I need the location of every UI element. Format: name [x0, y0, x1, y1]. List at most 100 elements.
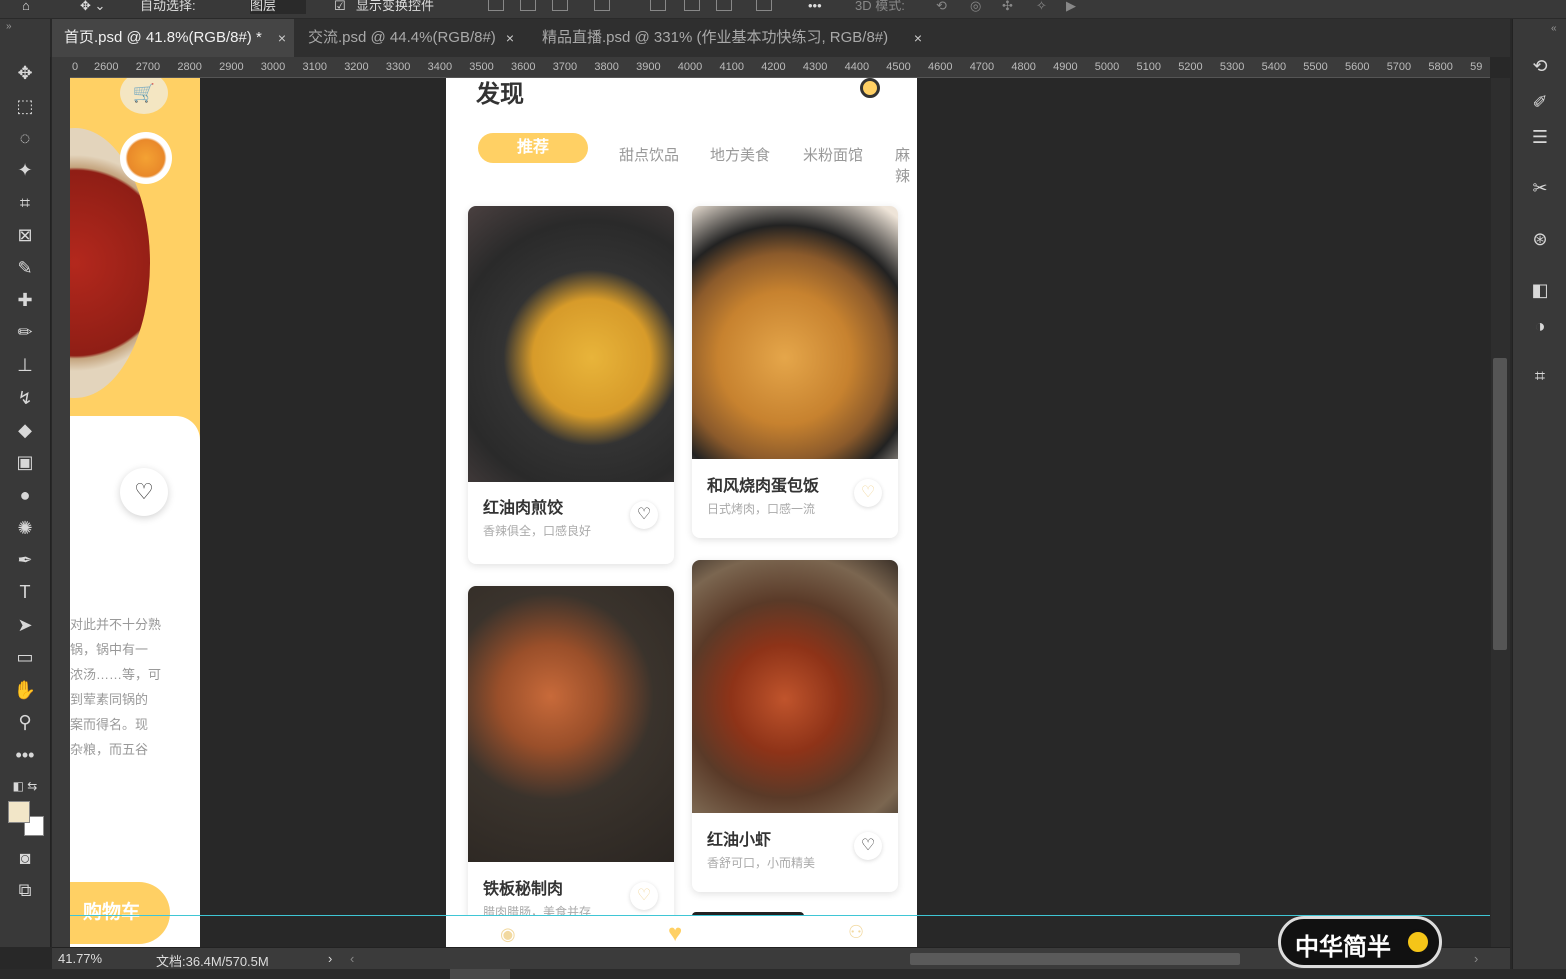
3d-drag-icon[interactable]: ✣	[1002, 0, 1013, 14]
distribute-icon[interactable]	[650, 0, 666, 11]
brush-tool-icon[interactable]: ✏	[12, 319, 38, 345]
distribute-horizontal-icon[interactable]	[756, 0, 772, 11]
type-tool-icon[interactable]: T	[12, 579, 38, 605]
left-detail-card: ♡ 对此并不十分熟 锅，锅中有一 浓汤……等，可 到荤素同锅的 案而得名。现 杂…	[70, 416, 200, 947]
3d-roll-icon[interactable]: ◎	[970, 0, 981, 14]
color-panel-icon[interactable]: ◑	[1527, 313, 1553, 339]
pen-tool-icon[interactable]: ✒	[12, 547, 38, 573]
magic-wand-icon[interactable]: ✦	[12, 157, 38, 183]
auto-select-label[interactable]: 自动选择:	[140, 0, 196, 14]
ruler-tick-label: 3300	[385, 61, 411, 73]
eyedropper-icon[interactable]: ✎	[12, 255, 38, 281]
description-line: 对此并不十分熟	[70, 617, 162, 632]
scroll-left-icon[interactable]: ‹	[350, 951, 354, 966]
hand-tool-icon[interactable]: ✋	[12, 677, 38, 703]
screen-mode-icon[interactable]: ⧉	[12, 877, 38, 903]
bottom-bar	[0, 969, 1566, 979]
align-center-icon[interactable]	[520, 0, 536, 11]
lasso-tool-icon[interactable]: ◌	[12, 125, 38, 151]
guide-line[interactable]	[70, 915, 1490, 916]
collapse-icon[interactable]: «	[1551, 23, 1557, 34]
discover-artboard: 发现 推荐 甜点饮品 地方美食 米粉面馆 麻辣 红油肉煎饺 香辣俱全，口感良好 …	[446, 78, 917, 947]
adjustments-icon[interactable]: ☰	[1527, 124, 1553, 150]
show-transform-label: 显示变换控件	[356, 0, 435, 13]
more-options-icon[interactable]: •••	[808, 0, 822, 14]
home-icon[interactable]: ⌂	[22, 0, 30, 14]
3d-slide-icon[interactable]: ✧	[1036, 0, 1047, 14]
watermark-text: 中华简半	[1295, 934, 1391, 961]
ruler-origin[interactable]	[52, 57, 70, 77]
canvas-area[interactable]: 🛒 ♡ 对此并不十分熟 锅，锅中有一 浓汤……等，可 到荤素同锅的 案而得名。现…	[70, 78, 1490, 947]
tab-label: 首页.psd @ 41.8%(RGB/8#) *	[64, 29, 262, 46]
search-icon	[860, 78, 880, 98]
ruler-tick-label: 2600	[94, 61, 119, 73]
food-card: 铁板秘制肉 腊肉腊肠，美食并存 ♡	[468, 586, 674, 926]
vertical-scrollbar-thumb[interactable]	[1493, 358, 1507, 650]
tools-panel-icon[interactable]: ✂	[1527, 175, 1553, 201]
distribute-bottom-icon[interactable]	[716, 0, 732, 11]
vertical-ruler	[52, 77, 71, 947]
navigator-icon[interactable]: ⊛	[1527, 226, 1553, 252]
scroll-right-icon[interactable]: ›	[1474, 951, 1478, 966]
layer-dropdown[interactable]: 图层	[250, 0, 306, 14]
history-panel-icon[interactable]: ⟲	[1527, 53, 1553, 79]
blur-tool-icon[interactable]: ●	[12, 482, 38, 508]
quick-mask-icon[interactable]: ◙	[12, 845, 38, 871]
horizontal-scrollbar-thumb[interactable]	[910, 953, 1240, 965]
gradient-tool-icon[interactable]: ▣	[12, 449, 38, 475]
close-icon[interactable]: ×	[914, 19, 922, 57]
align-top-icon[interactable]	[594, 0, 610, 11]
document-size[interactable]: 文档:36.4M/570.5M	[156, 951, 269, 970]
ruler-tick-label: 2800	[177, 61, 202, 73]
ruler-tick-label: 3700	[552, 61, 578, 73]
dumpling-image	[468, 206, 674, 482]
close-icon[interactable]: ×	[506, 19, 514, 57]
more-tools-icon[interactable]: •••	[12, 742, 38, 768]
path-select-icon[interactable]: ➤	[12, 612, 38, 638]
tab-home-psd[interactable]: 首页.psd @ 41.8%(RGB/8#) * ×	[52, 19, 294, 57]
tab-live-psd[interactable]: 精品直播.psd @ 331% (作业基本功快练习, RGB/8#) ×	[530, 19, 930, 57]
frame-tool-icon[interactable]: ⊠	[12, 222, 38, 248]
sponge-tool-icon[interactable]: ✺	[12, 515, 38, 541]
category-tab-noodles: 米粉面馆	[803, 147, 864, 164]
ruler-tick-label: 0	[72, 61, 79, 73]
brush-settings-icon[interactable]: ✐	[1527, 89, 1553, 115]
tab-communication-psd[interactable]: 交流.psd @ 44.4%(RGB/8#) ×	[296, 19, 522, 57]
rectangle-tool-icon[interactable]: ▭	[12, 644, 38, 670]
show-transform-checkbox[interactable]: ☑	[334, 0, 346, 14]
heart-icon: ♡	[854, 479, 882, 507]
document-tabs: 首页.psd @ 41.8%(RGB/8#) * × 交流.psd @ 44.4…	[52, 19, 1510, 57]
eraser-tool-icon[interactable]: ◆	[12, 417, 38, 443]
distribute-middle-icon[interactable]	[684, 0, 700, 11]
stamp-tool-icon[interactable]: ⊥	[12, 352, 38, 378]
3d-rotate-icon[interactable]: ⟲	[936, 0, 947, 14]
move-tool-icon[interactable]: ✥ ⌄	[80, 0, 105, 14]
layers-panel-icon[interactable]: ◧	[1527, 277, 1553, 303]
move-tool-icon[interactable]: ✥	[12, 60, 38, 86]
ruler-tick-label: 59	[1470, 61, 1483, 73]
ruler-tick-label: 5100	[1136, 61, 1161, 73]
ruler-tick-label: 5300	[1219, 61, 1245, 73]
close-icon[interactable]: ×	[278, 19, 286, 57]
crop-tool-icon[interactable]: ⌗	[12, 190, 38, 216]
ruler-tick-label: 3800	[594, 61, 619, 73]
crop-panel-icon[interactable]: ⌗	[1527, 363, 1553, 389]
3d-mode-label: 3D 模式:	[855, 0, 905, 13]
history-brush-icon[interactable]: ↯	[12, 385, 38, 411]
ruler-tick-label: 2700	[135, 61, 161, 73]
foreground-color-swatch[interactable]	[8, 801, 30, 823]
3d-camera-icon[interactable]: ▶	[1066, 0, 1076, 14]
zoom-level[interactable]: 41.77%	[58, 951, 102, 966]
bottom-scroll-thumb[interactable]	[450, 969, 510, 979]
align-right-icon[interactable]	[552, 0, 568, 11]
healing-brush-icon[interactable]: ✚	[12, 287, 38, 313]
align-left-icon[interactable]	[488, 0, 504, 11]
toolbar-header: »	[0, 19, 50, 57]
status-menu-arrow-icon[interactable]: ›	[328, 951, 332, 966]
marquee-tool-icon[interactable]: ⬚	[12, 93, 38, 119]
swap-colors-icon[interactable]: ◧ ⇆	[12, 773, 38, 799]
ruler-tick-label: 5500	[1303, 61, 1328, 73]
ruler-tick-label: 5400	[1261, 61, 1287, 73]
ruler-tick-label: 5600	[1345, 61, 1370, 73]
zoom-tool-icon[interactable]: ⚲	[12, 709, 38, 735]
